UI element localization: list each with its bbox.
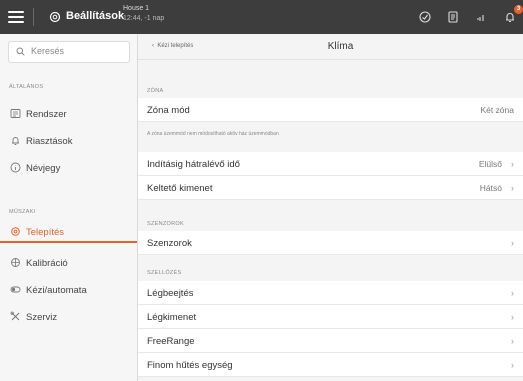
row-label: Keltető kimenet bbox=[147, 183, 213, 194]
row-label: Szenzorok bbox=[147, 238, 192, 249]
row-label: Indításig hátralévő idő bbox=[147, 159, 240, 170]
chevron-right-icon: › bbox=[511, 183, 514, 193]
row-label: Finom hűtés egység bbox=[147, 360, 233, 371]
section-general: ÁLTALÁNOS bbox=[9, 84, 44, 90]
gear-icon bbox=[49, 11, 61, 23]
section-zone: ZÓNA bbox=[147, 88, 164, 94]
sidebar-item-riasztasok[interactable]: Riasztások bbox=[0, 130, 137, 152]
search-icon bbox=[16, 47, 25, 56]
alert-badge: 3 bbox=[514, 5, 523, 14]
house-status: 12:44, -1 nap bbox=[123, 15, 165, 22]
section-ventilation: SZELLŐZÉS bbox=[147, 270, 182, 276]
chevron-right-icon: › bbox=[511, 238, 514, 248]
search-placeholder: Keresés bbox=[31, 46, 65, 56]
air-inlet-row[interactable]: Légbeejtés › bbox=[138, 281, 523, 305]
search-input[interactable]: Keresés bbox=[8, 41, 130, 63]
page-title: Beállítások bbox=[66, 10, 125, 22]
toggle-icon bbox=[10, 286, 21, 293]
hamburger-menu-icon[interactable] bbox=[8, 8, 24, 26]
sidebar-item-label: Névjegy bbox=[26, 163, 61, 174]
sidebar-item-label: Telepítés bbox=[26, 227, 65, 238]
sidebar-item-label: Riasztások bbox=[26, 136, 73, 147]
chevron-right-icon: › bbox=[511, 159, 514, 169]
status-icon[interactable] bbox=[418, 10, 432, 24]
zone-hint: A zóna üzemmód nem módosítható aktív ház… bbox=[147, 131, 279, 137]
main-content: ‹ Kézi telepítés Klíma ZÓNA Zóna mód Két… bbox=[138, 34, 523, 381]
sidebar-item-nevjegy[interactable]: Névjegy bbox=[0, 157, 137, 179]
freerange-row[interactable]: FreeRange › bbox=[138, 329, 523, 353]
sidebar: Keresés ÁLTALÁNOS Rendszer Riasztások Né… bbox=[0, 34, 138, 381]
bell-icon bbox=[12, 137, 19, 145]
sidebar-item-kezi-automata[interactable]: Kézi/automata bbox=[0, 279, 137, 301]
sidebar-item-szerviz[interactable]: Szerviz bbox=[0, 306, 137, 328]
sidebar-item-label: Kalibráció bbox=[26, 258, 68, 269]
install-icon bbox=[11, 227, 20, 236]
sidebar-item-label: Szerviz bbox=[26, 312, 58, 323]
air-outlet-row[interactable]: Légkimenet › bbox=[138, 305, 523, 329]
calibration-icon bbox=[11, 258, 20, 267]
top-bar: Beállítások House 1 12:44, -1 nap 3 bbox=[0, 0, 523, 34]
tools-icon bbox=[10, 311, 20, 321]
section-sensors: SZENZOROK bbox=[147, 221, 184, 227]
house-selector[interactable]: House 1 12:44, -1 nap bbox=[123, 4, 164, 24]
sidebar-item-label: Rendszer bbox=[26, 109, 67, 120]
row-value: Elülső bbox=[478, 159, 502, 169]
house-name: House 1 bbox=[123, 5, 150, 12]
row-label: Zóna mód bbox=[147, 105, 190, 116]
section-technical: MŰSZAKI bbox=[9, 209, 36, 215]
row-label: Légkimenet bbox=[147, 312, 197, 323]
sidebar-item-kalibracio[interactable]: Kalibráció bbox=[0, 252, 137, 274]
zone-mode-row[interactable]: Zóna mód Két zóna bbox=[138, 98, 523, 122]
chevron-right-icon: › bbox=[511, 336, 514, 346]
chevron-right-icon: › bbox=[511, 360, 514, 370]
info-icon bbox=[10, 162, 21, 173]
sidebar-item-label: Kézi/automata bbox=[26, 285, 87, 296]
page-header: ‹ Kézi telepítés Klíma bbox=[138, 34, 523, 60]
content-title: Klíma bbox=[327, 41, 354, 52]
chevron-right-icon: › bbox=[511, 312, 514, 322]
sensors-row[interactable]: Szenzorok › bbox=[138, 231, 523, 255]
sidebar-item-rendszer[interactable]: Rendszer bbox=[0, 103, 137, 125]
row-label: Légbeejtés bbox=[147, 288, 194, 299]
document-icon[interactable] bbox=[446, 10, 460, 24]
output-row[interactable]: Keltető kimenet Hátsó › bbox=[138, 176, 523, 200]
divider bbox=[33, 8, 34, 26]
row-value: Hátsó bbox=[479, 183, 502, 193]
row-value: Két zóna bbox=[480, 105, 514, 115]
chevron-right-icon: › bbox=[511, 288, 514, 298]
row-label: FreeRange bbox=[147, 336, 195, 347]
system-icon bbox=[10, 109, 21, 118]
start-delay-row[interactable]: Indításig hátralévő idő Elülső › bbox=[138, 152, 523, 176]
signal-icon[interactable] bbox=[474, 10, 488, 24]
cooling-unit-row[interactable]: Finom hűtés egység › bbox=[138, 353, 523, 377]
sidebar-item-telepites[interactable]: Telepítés bbox=[0, 221, 137, 243]
